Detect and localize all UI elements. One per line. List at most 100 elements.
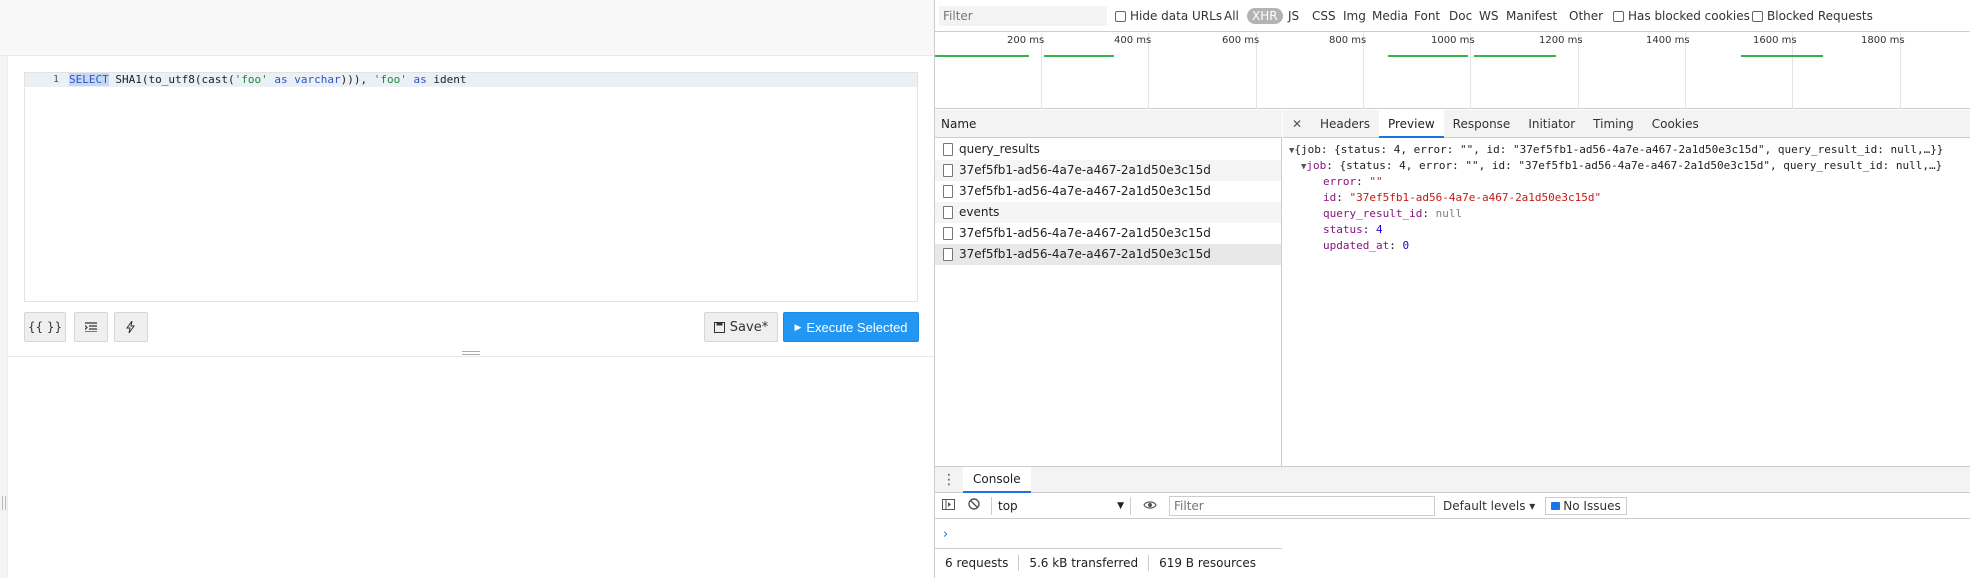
sql-editor[interactable]: 1 SELECT SHA1(to_utf8(cast('foo' as varc… bbox=[24, 72, 918, 302]
tick-label: 1600 ms bbox=[1753, 35, 1797, 46]
console-prompt-icon[interactable]: › bbox=[943, 527, 948, 542]
document-icon bbox=[943, 164, 953, 177]
type-filter-css[interactable]: CSS bbox=[1307, 8, 1341, 24]
pane-resize-handle[interactable] bbox=[462, 351, 480, 355]
detail-tabs: ✕ Headers Preview Response Initiator Tim… bbox=[1283, 109, 1970, 138]
type-filter-img[interactable]: Img bbox=[1338, 8, 1371, 24]
document-icon bbox=[943, 143, 953, 156]
tick-label: 600 ms bbox=[1222, 35, 1260, 46]
request-row[interactable]: events bbox=[935, 202, 1281, 223]
blocked-requests-label: Blocked Requests bbox=[1767, 9, 1873, 23]
eye-icon[interactable] bbox=[1137, 499, 1163, 513]
json-job-row[interactable]: ▼job: {status: 4, error: "", id: "37ef5f… bbox=[1301, 158, 1942, 175]
request-name: 37ef5fb1-ad56-4a7e-a467-2a1d50e3c15d bbox=[959, 226, 1211, 240]
execution-context-select[interactable]: top ▼ bbox=[991, 496, 1131, 515]
json-key: job bbox=[1306, 159, 1327, 172]
tab-cookies[interactable]: Cookies bbox=[1643, 110, 1708, 138]
name-column-header[interactable]: Name bbox=[935, 110, 1282, 138]
request-row[interactable]: 37ef5fb1-ad56-4a7e-a467-2a1d50e3c15d bbox=[935, 223, 1281, 244]
execute-selected-button[interactable]: ▶ Execute Selected bbox=[783, 312, 919, 342]
save-label: Save* bbox=[729, 319, 769, 335]
request-name: 37ef5fb1-ad56-4a7e-a467-2a1d50e3c15d bbox=[959, 184, 1211, 198]
log-levels-dropdown[interactable]: Default levels ▾ bbox=[1443, 499, 1535, 513]
json-key: query_result_id bbox=[1323, 207, 1423, 220]
tab-timing[interactable]: Timing bbox=[1584, 110, 1643, 138]
has-blocked-cookies-label: Has blocked cookies bbox=[1628, 9, 1750, 23]
context-value: top bbox=[998, 498, 1018, 513]
type-filter-doc[interactable]: Doc bbox=[1444, 8, 1477, 24]
code-fn-part1: SHA1(to_utf8(cast( bbox=[108, 73, 235, 86]
floppy-icon bbox=[713, 321, 725, 333]
hide-data-urls-toggle[interactable]: Hide data URLs bbox=[1115, 8, 1222, 24]
console-filter-input[interactable]: Filter bbox=[1169, 495, 1435, 516]
document-icon bbox=[943, 206, 953, 219]
bolt-icon bbox=[126, 321, 135, 333]
type-filter-font[interactable]: Font bbox=[1409, 8, 1445, 24]
hide-data-urls-label: Hide data URLs bbox=[1130, 9, 1223, 23]
indent-button[interactable] bbox=[74, 312, 108, 342]
json-key: updated_at bbox=[1323, 239, 1390, 252]
type-filter-all[interactable]: All bbox=[1219, 8, 1244, 24]
query-editor-app: 1 SELECT SHA1(to_utf8(cast('foo' as varc… bbox=[0, 0, 934, 578]
keyword-as-1: as bbox=[267, 73, 295, 86]
console-drawer: ⋮ Console top ▼ Filter Default levels ▾ N… bbox=[935, 466, 1970, 578]
json-root-summary: {job: {status: 4, error: "", id: "37ef5f… bbox=[1294, 143, 1944, 156]
json-value: "37ef5fb1-ad56-4a7e-a467-2a1d50e3c15d" bbox=[1349, 191, 1602, 204]
type-filter-js[interactable]: JS bbox=[1283, 8, 1304, 24]
timeline-request-bar bbox=[1474, 55, 1556, 57]
sidebar-resize-handle[interactable] bbox=[2, 496, 6, 510]
json-key: error bbox=[1323, 175, 1357, 188]
blocked-requests-toggle[interactable]: Blocked Requests bbox=[1752, 8, 1873, 24]
close-icon[interactable]: ✕ bbox=[1283, 117, 1311, 131]
keyword-select: SELECT bbox=[69, 73, 109, 86]
keyword-as-2: as bbox=[406, 73, 434, 86]
tab-initiator[interactable]: Initiator bbox=[1519, 110, 1584, 138]
request-row[interactable]: query_results bbox=[935, 139, 1281, 160]
app-topbar bbox=[0, 0, 934, 56]
request-detail-panel: ✕ Headers Preview Response Initiator Tim… bbox=[1283, 109, 1970, 466]
clear-console-icon[interactable] bbox=[961, 498, 987, 513]
tab-preview[interactable]: Preview bbox=[1378, 109, 1444, 138]
request-name: 37ef5fb1-ad56-4a7e-a467-2a1d50e3c15d bbox=[959, 163, 1211, 177]
keyword-varchar: varchar bbox=[294, 73, 341, 86]
type-filter-ws[interactable]: WS bbox=[1474, 8, 1503, 24]
type-filter-xhr[interactable]: XHR bbox=[1247, 8, 1283, 24]
document-icon bbox=[943, 227, 953, 240]
request-row[interactable]: 37ef5fb1-ad56-4a7e-a467-2a1d50e3c15d bbox=[935, 181, 1281, 202]
has-blocked-cookies-toggle[interactable]: Has blocked cookies bbox=[1613, 8, 1750, 24]
kebab-menu-icon[interactable]: ⋮ bbox=[935, 472, 963, 488]
type-filter-media[interactable]: Media bbox=[1367, 8, 1413, 24]
braces-label: {{ }} bbox=[27, 320, 63, 334]
network-filter-bar: Filter Hide data URLs All XHR JS CSS Img… bbox=[935, 0, 1970, 32]
tab-console[interactable]: Console bbox=[963, 466, 1031, 493]
autocomplete-button[interactable] bbox=[114, 312, 148, 342]
issues-button[interactable]: No Issues bbox=[1545, 496, 1627, 515]
code-text[interactable]: SELECT SHA1(to_utf8(cast('foo' as varcha… bbox=[69, 73, 466, 87]
checkbox-icon bbox=[1115, 10, 1126, 22]
network-timeline[interactable]: 200 ms 400 ms 600 ms 800 ms 1000 ms 1200… bbox=[935, 33, 1970, 109]
type-filter-manifest[interactable]: Manifest bbox=[1501, 8, 1562, 24]
tick-label: 400 ms bbox=[1114, 35, 1152, 46]
json-root-row[interactable]: ▼{job: {status: 4, error: "", id: "37ef5… bbox=[1289, 142, 1943, 159]
save-button[interactable]: Save* bbox=[704, 312, 778, 342]
console-toolbar: top ▼ Filter Default levels ▾ No Issues bbox=[935, 493, 1970, 519]
checkbox-icon bbox=[1752, 10, 1763, 22]
request-row-selected[interactable]: 37ef5fb1-ad56-4a7e-a467-2a1d50e3c15d bbox=[935, 244, 1281, 265]
string-foo-1: 'foo' bbox=[234, 73, 268, 86]
request-name: 37ef5fb1-ad56-4a7e-a467-2a1d50e3c15d bbox=[959, 247, 1211, 261]
devtools-network-panel: Filter Hide data URLs All XHR JS CSS Img… bbox=[934, 0, 1970, 578]
code-line[interactable]: 1 SELECT SHA1(to_utf8(cast('foo' as varc… bbox=[25, 73, 917, 87]
request-list: Name query_results 37ef5fb1-ad56-4a7e-a4… bbox=[935, 110, 1282, 576]
document-icon bbox=[943, 248, 953, 261]
play-icon: ▶ bbox=[794, 321, 802, 332]
tab-response[interactable]: Response bbox=[1444, 110, 1520, 138]
timeline-request-bar bbox=[1044, 55, 1114, 57]
checkbox-icon bbox=[1613, 10, 1624, 22]
type-filter-other[interactable]: Other bbox=[1564, 8, 1608, 24]
format-query-button[interactable]: {{ }} bbox=[24, 312, 66, 342]
request-row[interactable]: 37ef5fb1-ad56-4a7e-a467-2a1d50e3c15d bbox=[935, 160, 1281, 181]
network-filter-input[interactable]: Filter bbox=[939, 6, 1107, 26]
tick-label: 1800 ms bbox=[1861, 35, 1905, 46]
tab-headers[interactable]: Headers bbox=[1311, 110, 1379, 138]
sidebar-toggle-icon[interactable] bbox=[935, 498, 961, 513]
